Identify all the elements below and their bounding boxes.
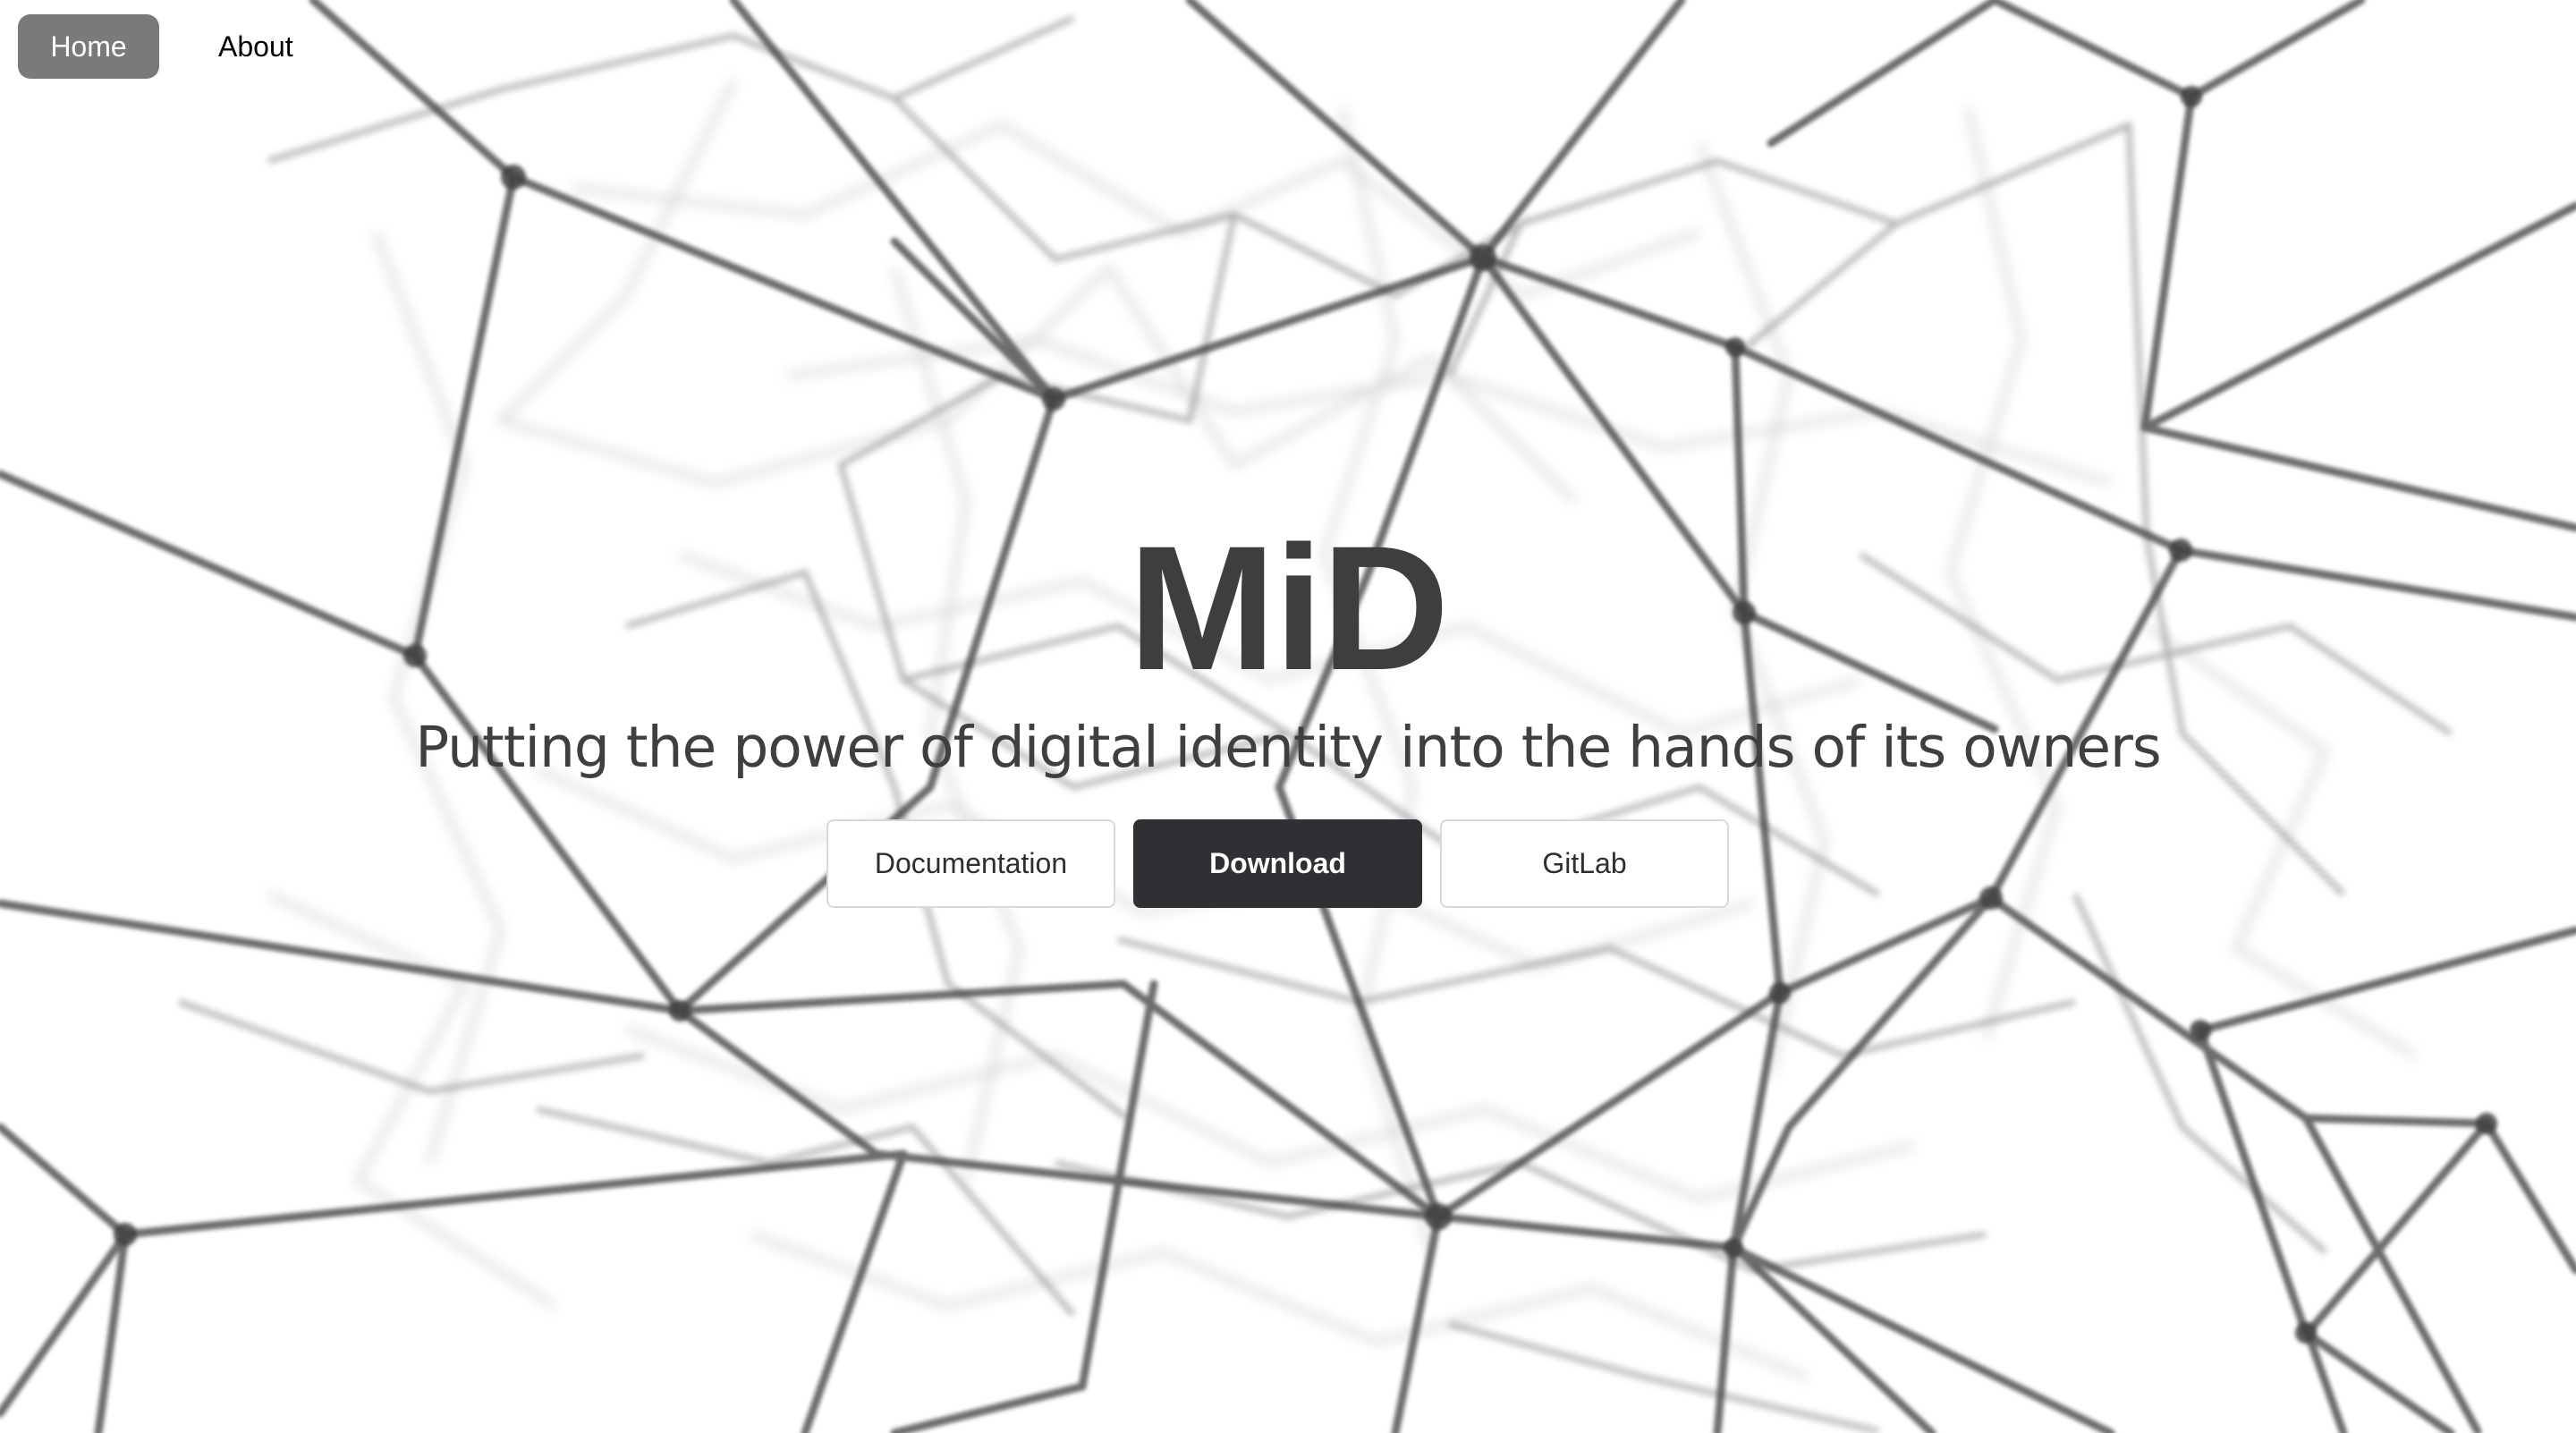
hero-actions: Documentation Download GitLab xyxy=(826,819,1729,908)
nav-about-link[interactable]: About xyxy=(186,14,326,79)
download-button[interactable]: Download xyxy=(1133,819,1422,908)
landing-page: Home About MiD Putting the power of digi… xyxy=(0,0,2576,1433)
nav-home-link[interactable]: Home xyxy=(18,14,159,79)
hero-tagline: Putting the power of digital identity in… xyxy=(415,715,2162,780)
documentation-button[interactable]: Documentation xyxy=(826,819,1115,908)
hero-section: MiD Putting the power of digital identit… xyxy=(0,0,2576,1433)
site-logo-title: MiD xyxy=(1128,509,1450,707)
gitlab-button[interactable]: GitLab xyxy=(1440,819,1729,908)
top-nav: Home About xyxy=(18,14,326,79)
